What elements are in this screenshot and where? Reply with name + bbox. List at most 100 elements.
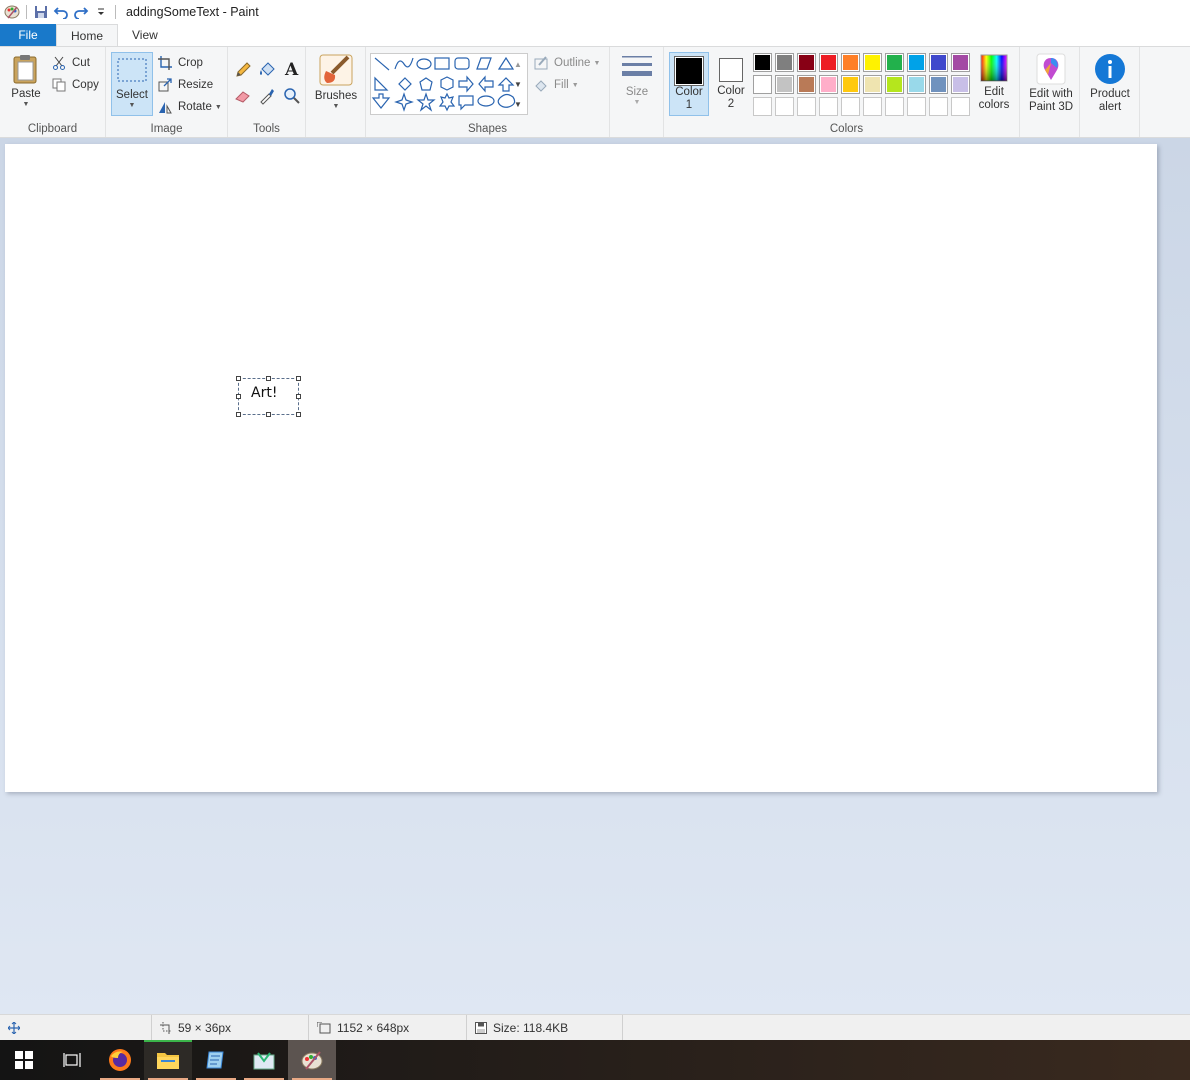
shapes-scroll-down-icon[interactable]: ▼ [514,75,522,95]
color1-button[interactable]: Color 1 [669,52,709,116]
save-icon[interactable] [31,2,51,22]
rotate-dropdown-icon[interactable]: ▼ [215,104,222,111]
task-view-button[interactable] [48,1040,96,1080]
palette-color-swatch[interactable] [775,53,794,72]
shapes-gallery[interactable] [370,53,528,115]
start-button[interactable] [0,1040,48,1080]
brushes-group: Brushes ▼ [306,47,366,137]
shapes-scroll[interactable]: ▲ ▼ ▼ [514,55,522,115]
disk-icon [475,1021,487,1034]
pencil-icon[interactable] [234,61,252,82]
paste-button[interactable]: Paste ▼ [6,53,46,108]
palette-color-swatch[interactable] [797,75,816,94]
rotate-button[interactable]: Rotate ▼ [156,97,222,117]
taskbar-notes-app[interactable] [192,1040,240,1080]
palette-color-swatch[interactable] [951,75,970,94]
product-alert-label-line2: alert [1098,101,1122,113]
taskbar-firefox[interactable] [96,1040,144,1080]
palette-color-swatch[interactable] [753,97,772,116]
palette-color-swatch[interactable] [885,75,904,94]
select-button[interactable]: Select ▼ [111,52,153,116]
palette-color-swatch[interactable] [863,97,882,116]
palette-color-swatch[interactable] [929,97,948,116]
brushes-dropdown-icon[interactable]: ▼ [312,103,360,110]
palette-color-swatch[interactable] [753,75,772,94]
palette-color-swatch[interactable] [819,97,838,116]
outline-button[interactable]: Outline ▼ [532,53,600,73]
resize-handle-bottom[interactable] [266,412,271,417]
fill-bucket-icon[interactable] [258,61,276,82]
edit-with-paint3d-button[interactable]: Edit with Paint 3D [1024,53,1078,114]
palette-color-fill [931,77,946,92]
paint-app-icon[interactable] [2,2,22,22]
cut-button[interactable]: Cut [50,53,90,73]
palette-color-swatch[interactable] [907,97,926,116]
copy-button[interactable]: Copy [50,75,99,95]
product-alert-button[interactable]: Product alert [1084,53,1136,114]
tab-home[interactable]: Home [56,24,119,46]
palette-color-swatch[interactable] [907,53,926,72]
palette-color-swatch[interactable] [951,53,970,72]
size-dropdown-icon[interactable]: ▼ [616,99,658,106]
resize-button[interactable]: Resize [156,75,213,95]
palette-color-swatch[interactable] [841,53,860,72]
magnifier-icon[interactable] [283,87,301,108]
palette-color-fill [799,99,814,114]
size-button[interactable]: Size ▼ [616,53,658,106]
resize-handle-bottom-right[interactable] [296,412,301,417]
tab-view[interactable]: View [118,24,172,46]
edit-colors-button[interactable]: Edit colors [972,53,1016,112]
palette-color-swatch[interactable] [951,97,970,116]
select-rectangle-icon [117,58,147,82]
shapes-scroll-up-icon[interactable]: ▲ [514,55,522,75]
palette-color-swatch[interactable] [797,53,816,72]
resize-handle-top-left[interactable] [236,376,241,381]
palette-color-swatch[interactable] [775,75,794,94]
clipboard-group-label: Clipboard [27,123,78,135]
palette-color-swatch[interactable] [863,53,882,72]
resize-handle-right[interactable] [296,394,301,399]
palette-color-swatch[interactable] [841,97,860,116]
fill-dropdown-icon[interactable]: ▼ [572,82,579,89]
text-tool-icon[interactable]: A [284,60,300,81]
paste-dropdown-icon[interactable]: ▼ [6,101,46,108]
palette-color-swatch[interactable] [775,97,794,116]
crop-button[interactable]: Crop [156,53,203,73]
palette-color-swatch[interactable] [819,75,838,94]
redo-icon[interactable] [71,2,91,22]
text-selection-box[interactable]: Art! [236,376,301,417]
taskbar-paint[interactable] [288,1040,336,1080]
palette-color-swatch[interactable] [929,53,948,72]
resize-handle-top[interactable] [266,376,271,381]
canvas-workspace[interactable]: Art! [0,138,1190,1014]
canvas-text[interactable]: Art! [251,385,277,401]
color-picker-icon[interactable] [258,87,276,108]
resize-handle-top-right[interactable] [296,376,301,381]
tab-file[interactable]: File [0,24,56,46]
resize-handle-bottom-left[interactable] [236,412,241,417]
fill-button[interactable]: Fill ▼ [532,75,579,95]
taskbar-file-explorer[interactable] [144,1040,192,1080]
palette-color-swatch[interactable] [841,75,860,94]
palette-color-swatch[interactable] [753,53,772,72]
palette-color-swatch[interactable] [907,75,926,94]
palette-color-swatch[interactable] [863,75,882,94]
resize-handle-left[interactable] [236,394,241,399]
palette-color-swatch[interactable] [797,97,816,116]
customize-toolbar-icon[interactable] [91,2,111,22]
screenshot-icon [253,1052,275,1070]
taskbar-screenshot-app[interactable] [240,1040,288,1080]
undo-icon[interactable] [51,2,71,22]
colors-group: Color 1 Color 2 Edit colors Colors [664,47,1020,137]
shapes-expand-icon[interactable]: ▼ [514,95,522,115]
color2-button[interactable]: Color 2 [712,52,750,116]
brushes-button[interactable]: Brushes ▼ [312,53,360,110]
palette-color-swatch[interactable] [819,53,838,72]
palette-color-swatch[interactable] [885,53,904,72]
drawing-canvas[interactable]: Art! [5,144,1157,792]
palette-color-swatch[interactable] [885,97,904,116]
palette-color-swatch[interactable] [929,75,948,94]
outline-dropdown-icon[interactable]: ▼ [593,60,600,67]
eraser-icon[interactable] [234,87,252,108]
select-dropdown-icon[interactable]: ▼ [112,102,152,109]
